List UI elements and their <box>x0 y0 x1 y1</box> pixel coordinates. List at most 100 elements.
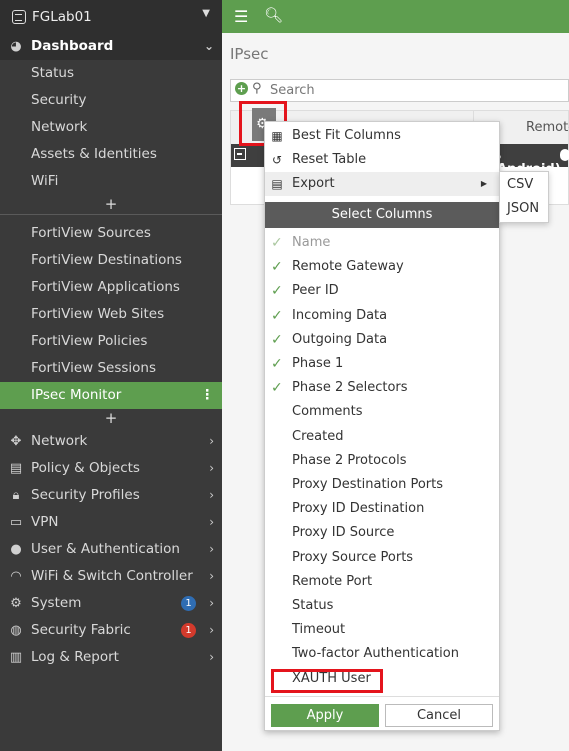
column-option-phase-2-protocols[interactable]: Phase 2 Protocols <box>265 449 499 473</box>
sidebar: FGLab01 ▼ ◕ Dashboard ⌄ Status Security … <box>0 0 222 751</box>
gear-icon: ⚙ <box>10 596 22 611</box>
column-option-proxy-source-ports[interactable]: Proxy Source Ports <box>265 546 499 570</box>
sidebar-subitem-fortiview-applications[interactable]: FortiView Applications <box>0 274 222 301</box>
column-option-phase-1[interactable]: ✓ Phase 1 <box>265 352 499 376</box>
column-option-label: Status <box>292 598 334 613</box>
sidebar-item-label: User & Authentication <box>31 541 180 557</box>
column-option-proxy-destination-ports[interactable]: Proxy Destination Ports <box>265 473 499 497</box>
add-monitor-button[interactable]: + <box>0 409 222 428</box>
hamburger-menu-icon[interactable]: ☰ <box>234 7 248 26</box>
column-option-timeout[interactable]: Timeout <box>265 618 499 642</box>
table-options-menu: ▦ Best Fit Columns ↺ Reset Table ▤ Expor… <box>264 121 500 731</box>
sidebar-subitem-fortiview-sessions[interactable]: FortiView Sessions <box>0 355 222 382</box>
column-option-label: Phase 2 Selectors <box>292 380 408 396</box>
chevron-right-icon: › <box>209 569 214 583</box>
more-options-icon[interactable]: ⋮ <box>201 382 215 409</box>
add-icon[interactable]: + <box>235 82 248 95</box>
column-option-proxy-id-source[interactable]: Proxy ID Source <box>265 521 499 545</box>
sidebar-subitem-status[interactable]: Status <box>0 60 222 87</box>
column-option-remote-gateway[interactable]: ✓ Remote Gateway <box>265 255 499 279</box>
chevron-right-icon: › <box>209 461 214 475</box>
file-icon: ▤ <box>271 177 283 191</box>
sidebar-subitem-fortiview-websites[interactable]: FortiView Web Sites <box>0 301 222 328</box>
check-icon: ✓ <box>271 307 283 324</box>
column-option-incoming-data[interactable]: ✓ Incoming Data <box>265 304 499 328</box>
sidebar-item-network[interactable]: ✥ Network › <box>0 428 222 455</box>
sidebar-subitem-wifi[interactable]: WiFi <box>0 168 222 195</box>
menu-footer: Apply Cancel <box>265 696 499 731</box>
export-json-option[interactable]: JSON <box>507 201 539 216</box>
column-option-label: Comments <box>292 404 363 420</box>
sidebar-subitem-security[interactable]: Security <box>0 87 222 114</box>
sidebar-item-label: Security Fabric <box>31 622 131 638</box>
column-option-two-factor-authentication[interactable]: Two-factor Authentication <box>265 642 499 666</box>
column-option-label: Name <box>292 235 331 250</box>
column-option-created[interactable]: Created <box>265 425 499 449</box>
chevron-right-icon: › <box>209 596 214 610</box>
sidebar-item-security-fabric[interactable]: ◍ Security Fabric 1 › <box>0 617 222 644</box>
column-option-label: Two-factor Authentication <box>292 646 459 662</box>
column-option-status[interactable]: Status <box>265 594 499 618</box>
chevron-right-icon: › <box>209 488 214 502</box>
column-option-remote-port[interactable]: Remote Port <box>265 570 499 594</box>
sidebar-item-dashboard[interactable]: ◕ Dashboard ⌄ <box>0 33 222 60</box>
search-icon[interactable]: 🔍︎ <box>264 6 283 24</box>
sidebar-item-label: Policy & Objects <box>31 460 140 476</box>
sidebar-item-vpn[interactable]: ▭ VPN › <box>0 509 222 536</box>
grid-icon: ▦ <box>271 129 283 143</box>
device-name: FGLab01 <box>32 8 92 25</box>
chevron-right-icon: › <box>209 434 214 448</box>
search-input[interactable]: Search <box>270 83 315 98</box>
menu-item-label: Reset Table <box>292 152 367 167</box>
search-icon: ⚲ <box>252 81 262 96</box>
column-option-label: Remote Port <box>292 573 373 589</box>
chevron-right-icon: › <box>209 515 214 529</box>
fabric-icon: ◍ <box>10 623 22 638</box>
toggle-icon[interactable] <box>560 149 569 161</box>
sidebar-item-label: Log & Report <box>31 649 119 665</box>
menu-item-reset-table[interactable]: ↺ Reset Table <box>265 148 499 172</box>
collapse-icon[interactable] <box>234 148 246 160</box>
top-bar: ☰ 🔍︎ <box>222 0 569 33</box>
export-submenu: CSV JSON <box>499 171 549 223</box>
sidebar-item-policy-objects[interactable]: ▤ Policy & Objects › <box>0 455 222 482</box>
cancel-button[interactable]: Cancel <box>385 704 493 727</box>
check-icon: ✓ <box>271 235 283 251</box>
sidebar-subitem-network[interactable]: Network <box>0 114 222 141</box>
column-option-label: Proxy ID Source <box>292 525 395 541</box>
column-option-comments[interactable]: Comments <box>265 400 499 424</box>
column-option-proxy-id-destination[interactable]: Proxy ID Destination <box>265 497 499 521</box>
sidebar-subitem-fortiview-policies[interactable]: FortiView Policies <box>0 328 222 355</box>
check-icon: ✓ <box>271 331 283 348</box>
column-option-phase-2-selectors[interactable]: ✓ Phase 2 Selectors <box>265 376 499 400</box>
add-dashboard-button[interactable]: + <box>0 195 222 214</box>
column-option-label: Proxy ID Destination <box>292 501 425 517</box>
search-bar[interactable]: + ⚲ Search <box>230 79 569 102</box>
sidebar-subitem-ipsec-monitor[interactable]: IPsec Monitor ⋮ <box>0 382 222 409</box>
menu-item-best-fit[interactable]: ▦ Best Fit Columns <box>265 124 499 148</box>
check-icon: ✓ <box>271 283 283 300</box>
column-option-label: Peer ID <box>292 283 339 299</box>
sidebar-item-security-profiles[interactable]: 🔒︎ Security Profiles › <box>0 482 222 509</box>
page-title: IPsec <box>230 45 269 63</box>
column-option-peer-id[interactable]: ✓ Peer ID <box>265 279 499 303</box>
device-selector[interactable]: FGLab01 ▼ <box>0 0 222 33</box>
apply-button[interactable]: Apply <box>271 704 379 727</box>
sidebar-subitem-fortiview-sources[interactable]: FortiView Sources <box>0 220 222 247</box>
sidebar-item-log-report[interactable]: ▥ Log & Report › <box>0 644 222 671</box>
menu-item-export[interactable]: ▤ Export ▶ <box>265 172 499 196</box>
chevron-right-icon: › <box>209 650 214 664</box>
column-option-label: Incoming Data <box>292 307 388 323</box>
policy-icon: ▤ <box>9 461 23 476</box>
export-csv-option[interactable]: CSV <box>507 177 533 192</box>
chevron-right-icon: › <box>209 623 214 637</box>
sidebar-item-wifi-switch-controller[interactable]: ◠ WiFi & Switch Controller › <box>0 563 222 590</box>
sidebar-item-user-authentication[interactable]: ● User & Authentication › <box>0 536 222 563</box>
column-option-label: Phase 1 <box>292 356 344 371</box>
sidebar-subitem-assets[interactable]: Assets & Identities <box>0 141 222 168</box>
notification-badge: 1 <box>181 623 196 638</box>
device-icon <box>12 9 26 24</box>
sidebar-subitem-fortiview-destinations[interactable]: FortiView Destinations <box>0 247 222 274</box>
sidebar-item-system[interactable]: ⚙ System 1 › <box>0 590 222 617</box>
column-option-outgoing-data[interactable]: ✓ Outgoing Data <box>265 328 499 352</box>
